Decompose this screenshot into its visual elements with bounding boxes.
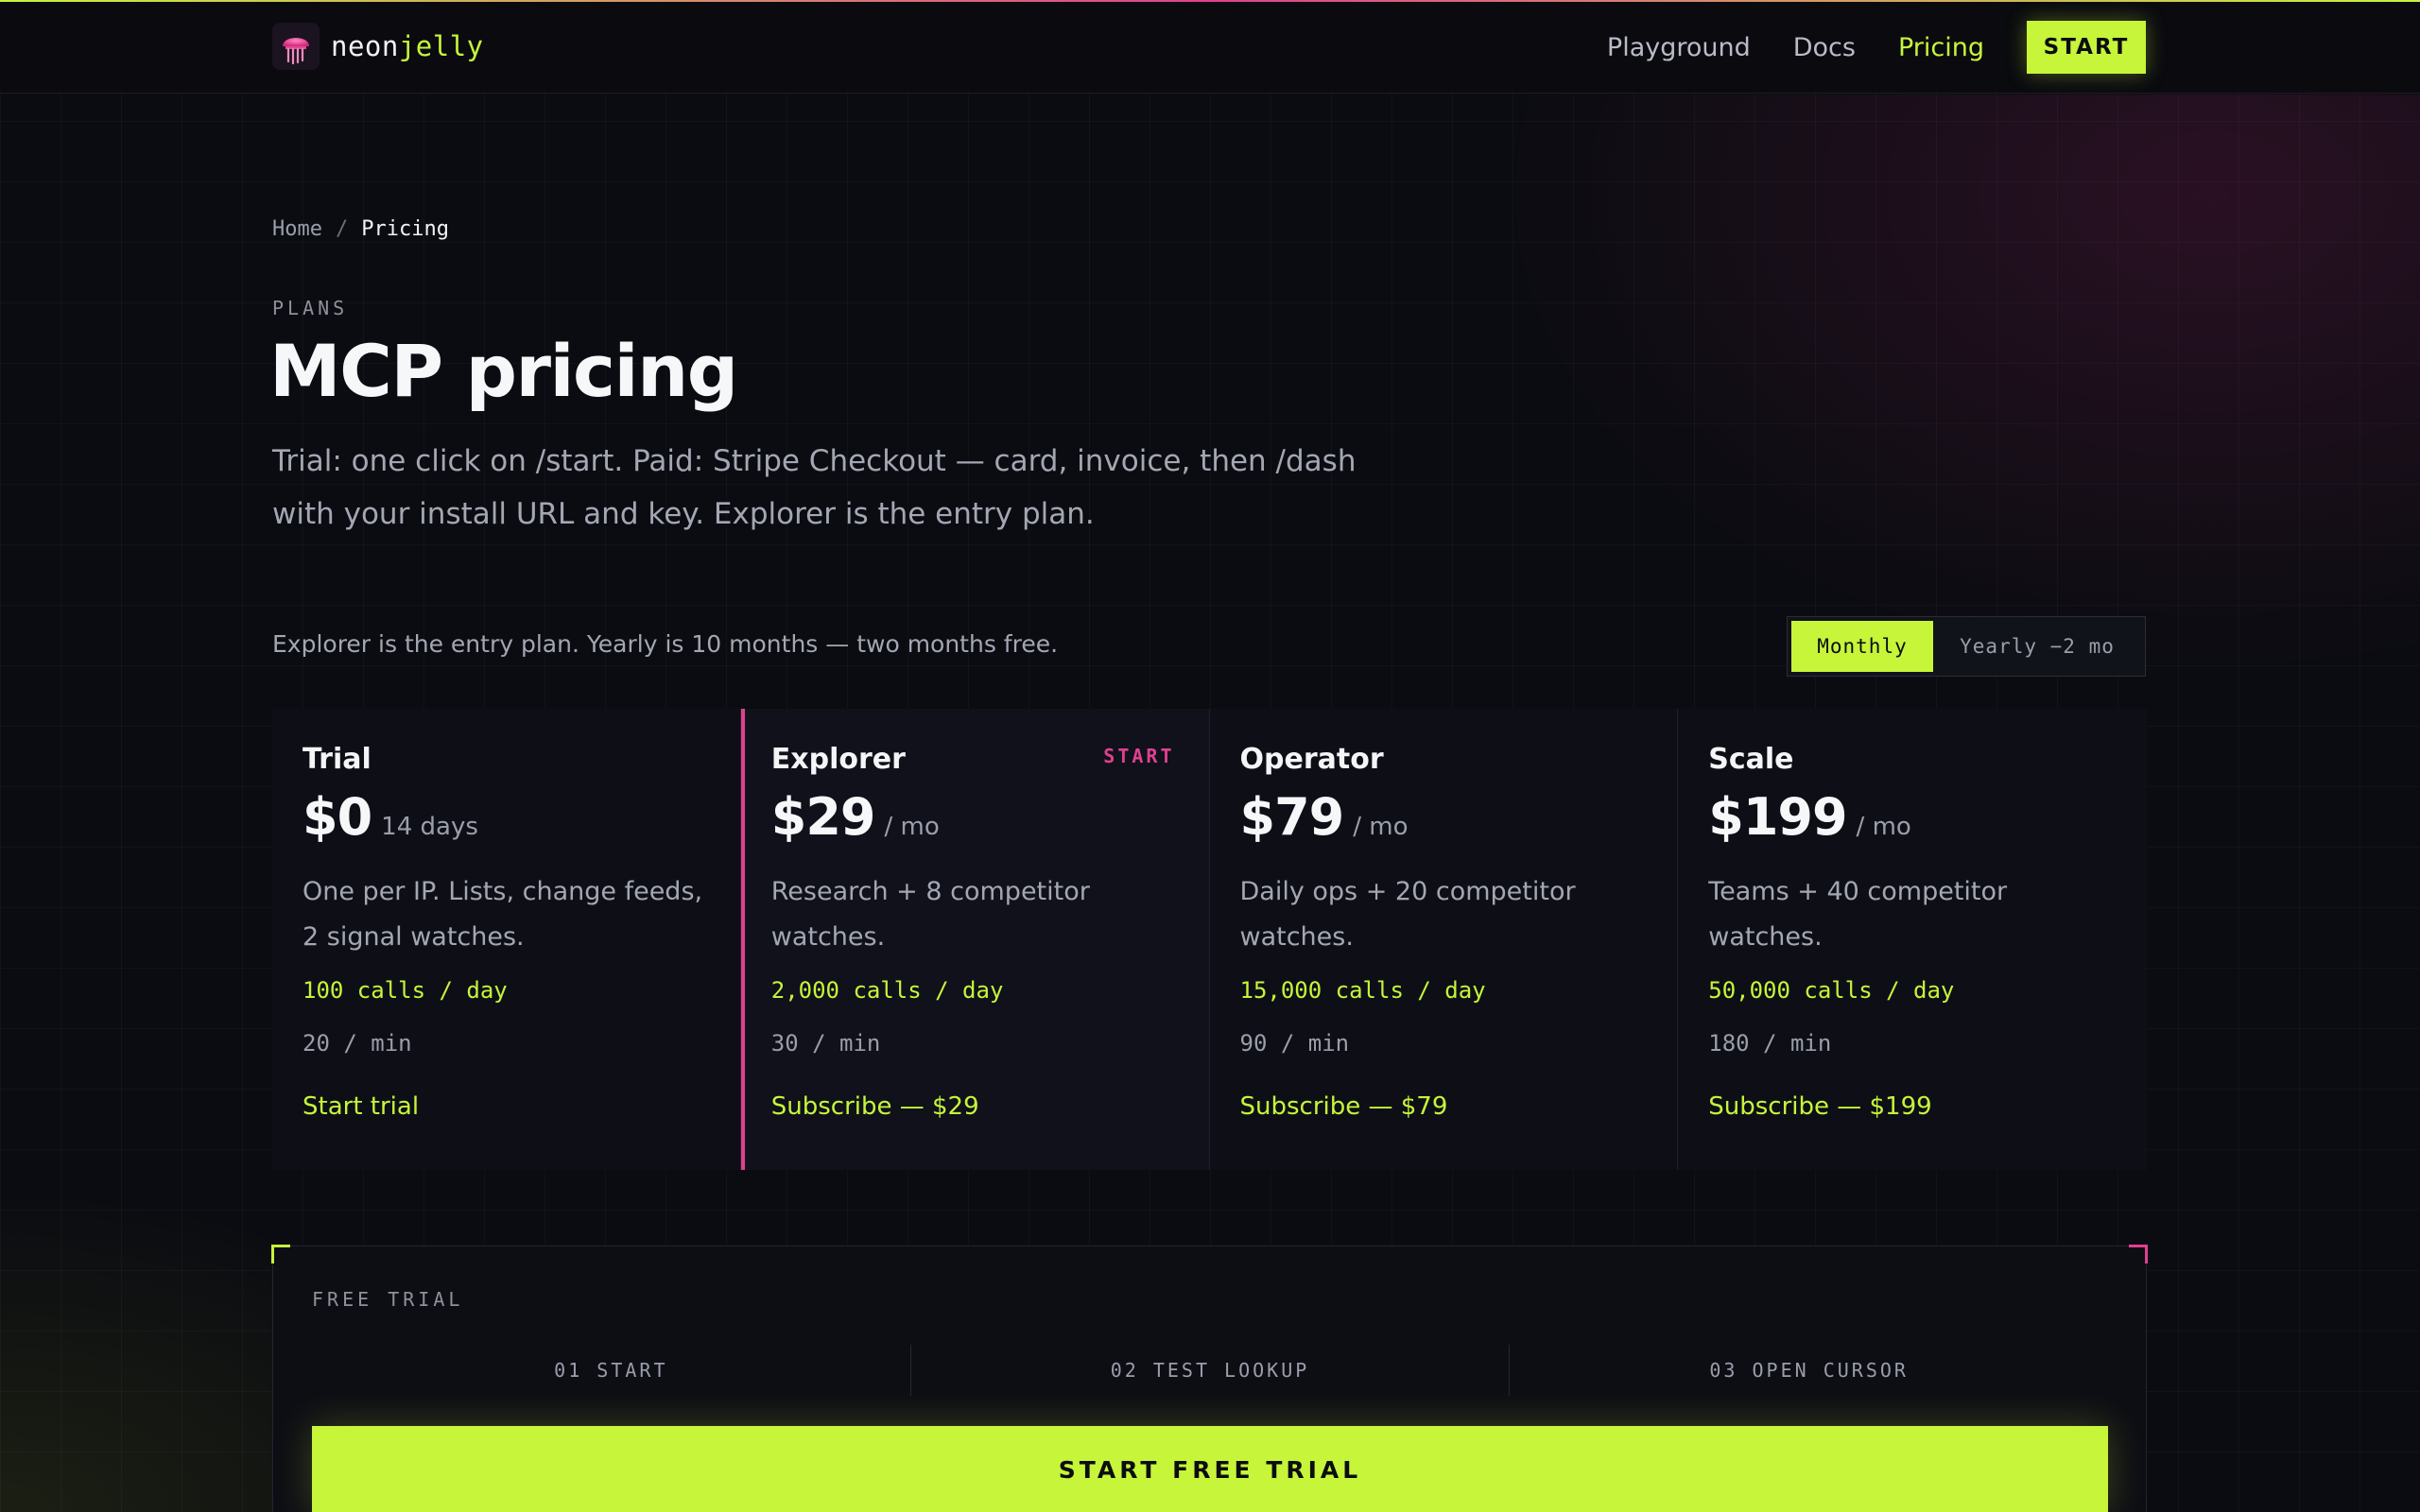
trial-steps: 01 START 02 TEST LOOKUP 03 OPEN CURSOR (312, 1345, 2108, 1396)
billing-yearly-button[interactable]: Yearly −2 mo (1933, 621, 2141, 672)
page-title: MCP pricing (269, 329, 738, 413)
plan-card-explorer: Explorer START $29 / mo Research + 8 com… (740, 709, 1210, 1170)
jellyfish-icon (272, 23, 320, 70)
breadcrumb: Home / Pricing (272, 217, 449, 241)
plan-rate: 180 / min (1708, 1030, 1832, 1057)
plan-tag: START (1103, 745, 1175, 767)
breadcrumb-current: Pricing (361, 217, 449, 241)
plan-description: Daily ops + 20 competitor watches. (1239, 877, 1576, 952)
plan-description: Research + 8 competitor watches. (770, 877, 1090, 952)
plan-calls: 15,000 calls / day (1239, 977, 1486, 1004)
plan-calls: 50,000 calls / day (1708, 977, 1955, 1004)
plan-price: $199 (1708, 787, 1847, 847)
plan-cta-explorer[interactable]: Subscribe — $29 (771, 1092, 1179, 1121)
plan-period: / mo (1353, 813, 1409, 841)
free-trial-panel: FREE TRIAL 01 START 02 TEST LOOKUP 03 OP… (271, 1245, 2148, 1512)
plans-note: Explorer is the entry plan. Yearly is 10… (272, 630, 1059, 658)
plan-period: 14 days (381, 813, 478, 841)
plan-name: Operator (1239, 743, 1384, 776)
plan-price: $29 (770, 787, 876, 847)
billing-monthly-button[interactable]: Monthly (1791, 621, 1933, 672)
trial-step: 02 TEST LOOKUP (911, 1345, 1511, 1396)
plan-rate: 30 / min (770, 1030, 881, 1057)
plan-rate: 20 / min (302, 1030, 412, 1057)
trial-step: 01 START (312, 1345, 911, 1396)
page-lead: Trial: one click on /start. Paid: Stripe… (272, 444, 1357, 531)
plan-description: One per IP. Lists, change feeds, 2 signa… (302, 877, 703, 952)
nav-link-pricing[interactable]: Pricing (1898, 33, 1984, 62)
brand-logo[interactable]: neonjelly (272, 23, 484, 70)
plan-period: / mo (884, 813, 940, 841)
brand-name-part1: neon (331, 30, 399, 62)
plan-price: $0 (302, 787, 372, 847)
site-header: neonjelly Playground Docs Pricing START (0, 2, 2420, 94)
plan-name: Scale (1708, 743, 1794, 776)
free-trial-eyebrow: FREE TRIAL (312, 1288, 464, 1311)
plan-calls: 2,000 calls / day (770, 977, 1004, 1004)
plan-calls: 100 calls / day (302, 977, 508, 1004)
plan-period: / mo (1856, 813, 1911, 841)
section-eyebrow: PLANS (272, 297, 349, 319)
plan-card-trial: Trial $0 14 days One per IP. Lists, chan… (272, 709, 741, 1170)
corner-accent (271, 1245, 290, 1263)
plan-cta-trial[interactable]: Start trial (302, 1092, 710, 1121)
start-free-trial-button[interactable]: START FREE TRIAL (312, 1426, 2108, 1512)
plan-price: $79 (1239, 787, 1345, 847)
nav-link-docs[interactable]: Docs (1793, 33, 1856, 62)
plan-card-operator: Operator $79 / mo Daily ops + 20 competi… (1209, 709, 1679, 1170)
brand-name: neonjelly (331, 30, 484, 62)
corner-accent (2129, 1245, 2148, 1263)
billing-toggle: Monthly Yearly −2 mo (1787, 616, 2146, 677)
plan-cta-scale[interactable]: Subscribe — $199 (1708, 1092, 2117, 1121)
brand-name-part2: jelly (398, 30, 484, 62)
main-nav: Playground Docs Pricing START (1607, 21, 2146, 74)
pricing-cards: Trial $0 14 days One per IP. Lists, chan… (272, 709, 2147, 1170)
start-button[interactable]: START (2027, 21, 2146, 74)
plan-name: Trial (302, 743, 372, 776)
plan-card-scale: Scale $199 / mo Teams + 40 competitor wa… (1678, 709, 2147, 1170)
trial-step: 03 OPEN CURSOR (1709, 1359, 1909, 1382)
nav-link-playground[interactable]: Playground (1607, 33, 1751, 62)
breadcrumb-separator: / (335, 217, 349, 241)
plan-description: Teams + 40 competitor watches. (1708, 877, 2008, 952)
plan-rate: 90 / min (1239, 1030, 1350, 1057)
breadcrumb-home[interactable]: Home (272, 217, 322, 241)
plan-cta-operator[interactable]: Subscribe — $79 (1240, 1092, 1648, 1121)
